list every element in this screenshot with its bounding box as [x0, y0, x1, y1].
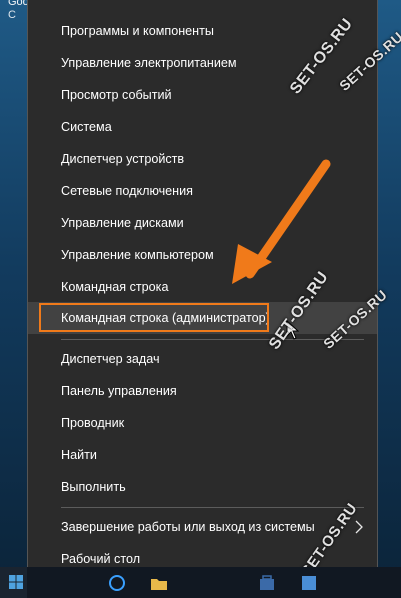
store-icon[interactable]	[258, 574, 276, 592]
menu-item-shutdown-signout[interactable]: Завершение работы или выход из системы	[28, 511, 377, 543]
folder-icon[interactable]	[150, 574, 168, 592]
winx-context-menu: Программы и компоненты Управление электр…	[27, 0, 378, 581]
chevron-right-icon	[355, 520, 363, 534]
menu-item-disk-management[interactable]: Управление дисками	[28, 207, 377, 239]
menu-item-file-explorer[interactable]: Проводник	[28, 407, 377, 439]
menu-item-command-prompt[interactable]: Командная строка	[28, 271, 377, 303]
menu-item-command-prompt-admin[interactable]: Командная строка (администратор)	[28, 302, 377, 334]
menu-item-computer-management[interactable]: Управление компьютером	[28, 239, 377, 271]
menu-separator	[61, 507, 364, 508]
app-icon[interactable]	[300, 574, 318, 592]
menu-item-shutdown-label: Завершение работы или выход из системы	[61, 520, 315, 534]
windows-logo-icon	[9, 575, 23, 589]
menu-item-control-panel[interactable]: Панель управления	[28, 375, 377, 407]
menu-separator	[61, 339, 364, 340]
menu-item-system[interactable]: Система	[28, 111, 377, 143]
menu-item-programs-features[interactable]: Программы и компоненты	[28, 15, 377, 47]
taskbar	[0, 567, 401, 598]
menu-item-power-options[interactable]: Управление электропитанием	[28, 47, 377, 79]
menu-item-network-connections[interactable]: Сетевые подключения	[28, 175, 377, 207]
menu-item-run[interactable]: Выполнить	[28, 471, 377, 503]
start-button[interactable]	[0, 567, 27, 598]
menu-item-task-manager[interactable]: Диспетчер задач	[28, 343, 377, 375]
menu-item-device-manager[interactable]: Диспетчер устройств	[28, 143, 377, 175]
menu-item-event-viewer[interactable]: Просмотр событий	[28, 79, 377, 111]
browser-icon[interactable]	[108, 574, 126, 592]
menu-item-search[interactable]: Найти	[28, 439, 377, 471]
